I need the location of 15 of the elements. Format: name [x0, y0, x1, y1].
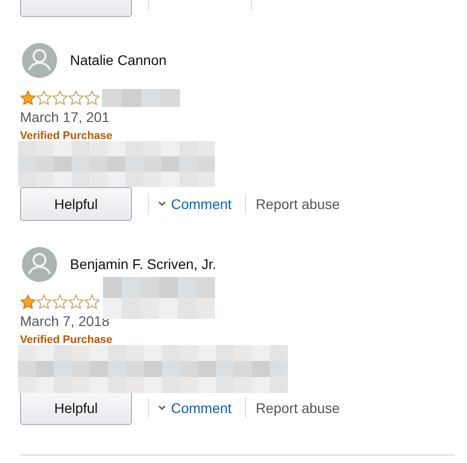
caret-icon	[158, 405, 166, 411]
verified-purchase: Verified Purchase	[20, 129, 112, 143]
helpful-button[interactable]: Helpful	[20, 187, 132, 221]
report-abuse-link[interactable]: Report abuse	[256, 398, 340, 418]
reviewer-name: Natalie Cannon	[70, 51, 167, 70]
comment-link[interactable]: Comment	[171, 398, 232, 418]
comment-link[interactable]: Comment	[171, 194, 232, 214]
review-date: March 17, 201	[20, 108, 110, 126]
avatar-icon	[22, 247, 57, 282]
reviewer-name: Benjamin F. Scriven, Jr.	[70, 255, 216, 274]
verified-purchase: Verified Purchase	[20, 333, 112, 347]
helpful-button[interactable]: Helpful	[20, 391, 132, 425]
caret-icon	[158, 201, 166, 207]
report-abuse-link[interactable]: Report abuse	[256, 194, 340, 214]
avatar-icon	[22, 43, 57, 78]
